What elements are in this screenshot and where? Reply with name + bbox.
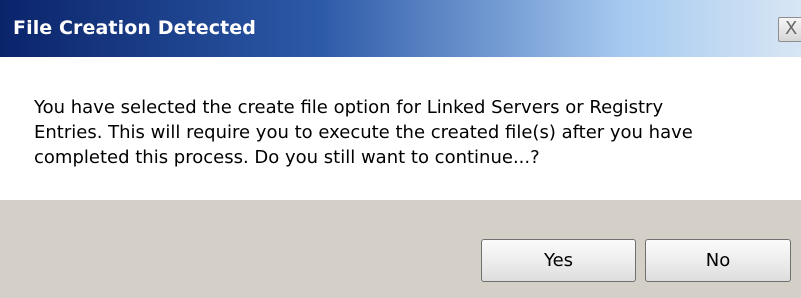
message-line: You have selected the create file option… [34,97,664,118]
dialog-title: File Creation Detected [13,17,256,39]
close-icon: X [785,18,798,39]
file-creation-dialog: File Creation Detected X You have select… [0,0,801,298]
dialog-content: You have selected the create file option… [0,57,801,200]
message-line: completed this process. Do you still wan… [34,147,540,168]
close-button[interactable]: X [778,17,801,42]
dialog-message: You have selected the create file option… [34,95,774,170]
no-button[interactable]: No [645,239,791,282]
message-line: Entries. This will require you to execut… [34,122,693,143]
yes-button[interactable]: Yes [481,239,636,282]
dialog-title-bar[interactable]: File Creation Detected X [0,0,801,57]
